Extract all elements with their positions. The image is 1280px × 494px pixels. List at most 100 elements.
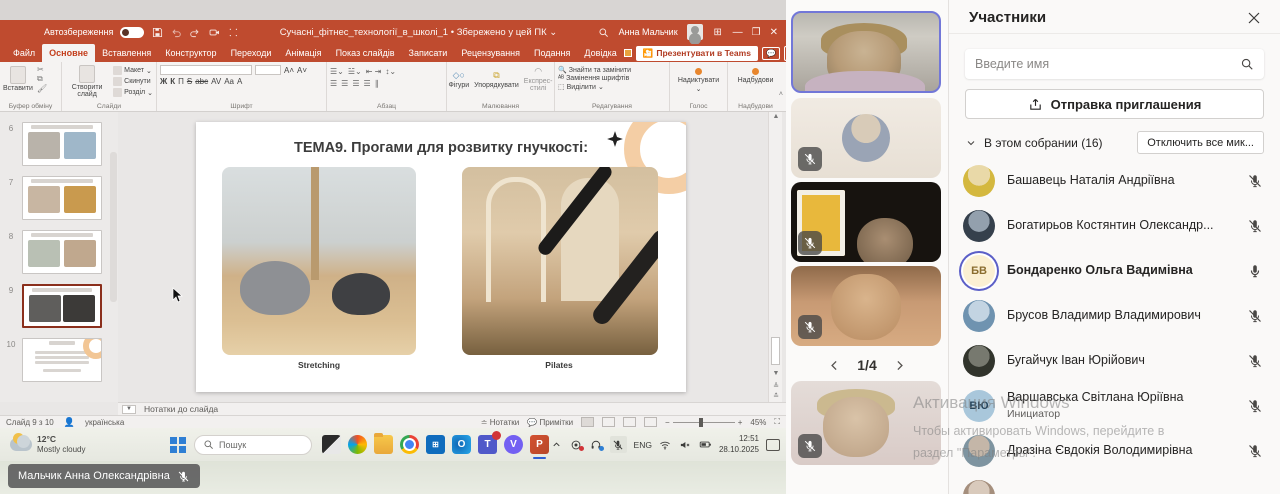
tab-3[interactable]: Конструктор: [158, 44, 223, 62]
accessibility-icon[interactable]: 👤: [64, 417, 75, 428]
headset-tray-icon[interactable]: [590, 438, 603, 451]
font-format-button[interactable]: Ж: [160, 77, 167, 86]
participant-mic-on-icon[interactable]: [1247, 263, 1263, 279]
taskbar-search[interactable]: Пошук: [194, 435, 312, 455]
microphone-muted-tray-icon[interactable]: [610, 436, 627, 453]
slide-sorter-view-icon[interactable]: [602, 417, 615, 427]
redo-icon[interactable]: [189, 26, 201, 38]
tab-10[interactable]: Довідка: [577, 44, 623, 62]
task-view-icon[interactable]: [322, 435, 341, 454]
numbering-icon[interactable]: ☱⌄: [348, 67, 362, 76]
clock[interactable]: 12:5128.10.2025: [719, 434, 759, 455]
search-icon[interactable]: [598, 26, 610, 38]
participant-mic-muted-icon[interactable]: [1247, 173, 1263, 189]
find-replace-button[interactable]: 🔍 Знайти та замінити: [558, 66, 666, 74]
zoom-knob[interactable]: [699, 418, 703, 427]
pilates-photo[interactable]: [462, 167, 658, 355]
previous-page-icon[interactable]: [828, 359, 841, 372]
format-painter-icon[interactable]: 🖌: [37, 84, 47, 93]
section-button[interactable]: Розділ ⌄: [113, 88, 153, 97]
autosave-toggle[interactable]: [120, 27, 144, 38]
in-meeting-section-label[interactable]: В этом собрании (16): [984, 136, 1130, 150]
send-invite-button[interactable]: Отправка приглашения: [965, 89, 1264, 119]
video-tile-5[interactable]: [791, 381, 941, 465]
slideshow-view-icon[interactable]: [644, 417, 657, 427]
file-explorer-icon[interactable]: [374, 435, 393, 454]
record-icon[interactable]: [208, 26, 220, 38]
font-format-button[interactable]: abc: [195, 77, 208, 86]
notes-bar[interactable]: ▼ Нотатки до слайда: [118, 402, 786, 415]
viber-icon[interactable]: V: [504, 435, 523, 454]
participant-mic-muted-icon[interactable]: [1247, 218, 1263, 234]
participant-mic-muted-icon[interactable]: [1247, 398, 1263, 414]
chevron-down-icon[interactable]: [965, 137, 977, 149]
line-spacing-icon[interactable]: ↕⌄: [385, 67, 396, 76]
scrollbar-thumb[interactable]: [771, 337, 780, 365]
indent-icons[interactable]: ⇤ ⇥: [366, 67, 382, 76]
replace-fonts-button[interactable]: ᴬᴮ Замінення шрифтів: [558, 75, 666, 82]
tab-7[interactable]: Записати: [402, 44, 455, 62]
participant-row[interactable]: Башавець Наталія Андріївна: [949, 158, 1280, 203]
close-window-button[interactable]: ✕: [770, 27, 778, 38]
scroll-up-icon[interactable]: ▲: [769, 113, 783, 120]
tab-file[interactable]: Файл: [6, 44, 42, 62]
document-title[interactable]: Сучасні_фітнес_технології_в_школі_1 • Зб…: [239, 27, 597, 38]
next-slide-icon[interactable]: ≛: [769, 392, 783, 400]
tab-6[interactable]: Показ слайдів: [329, 44, 402, 62]
font-format-button[interactable]: A: [237, 77, 242, 86]
align-left-icon[interactable]: ☰: [330, 79, 337, 88]
grow-font-icon[interactable]: A˄: [284, 66, 294, 75]
select-button[interactable]: ⬚ Виділити ⌄: [558, 83, 666, 91]
battery-icon[interactable]: [699, 438, 712, 451]
slide-thumbnail-6[interactable]: [22, 122, 102, 166]
volume-muted-icon[interactable]: [679, 438, 692, 451]
align-right-icon[interactable]: ☰: [352, 79, 359, 88]
font-format-button[interactable]: AV: [211, 77, 221, 86]
copy-icon[interactable]: ⧉: [37, 74, 47, 84]
minimize-button[interactable]: —: [733, 27, 743, 38]
undo-icon[interactable]: [170, 26, 182, 38]
notes-toggle[interactable]: ≐ Нотатки: [481, 418, 519, 427]
justify-icon[interactable]: ☰: [364, 79, 371, 88]
video-tile-4[interactable]: [791, 266, 941, 346]
account-avatar[interactable]: [687, 24, 703, 40]
copilot-icon[interactable]: [348, 435, 367, 454]
tab-9[interactable]: Подання: [527, 44, 577, 62]
microsoft-store-icon[interactable]: ⊞: [426, 435, 445, 454]
wifi-icon[interactable]: [659, 438, 672, 451]
paste-button[interactable]: Вставити: [3, 65, 33, 93]
columns-icon[interactable]: ∥: [375, 79, 379, 88]
weather-widget[interactable]: 12°CMostly cloudy: [0, 434, 170, 455]
customize-qat-icon[interactable]: ⸬: [227, 26, 239, 38]
outlook-icon[interactable]: O: [452, 435, 471, 454]
align-center-icon[interactable]: ☰: [341, 79, 348, 88]
thumbnail-scrollbar[interactable]: [110, 152, 117, 302]
participant-row[interactable]: Бугайчук Іван Юрійович: [949, 338, 1280, 383]
present-in-teams-button[interactable]: 🎦 Презентувати в Teams: [636, 46, 758, 61]
tab-2[interactable]: Вставлення: [95, 44, 158, 62]
bullets-icon[interactable]: ☰⌄: [330, 67, 344, 76]
account-name[interactable]: Анна Мальчик: [619, 27, 678, 37]
participant-row[interactable]: ВЮВаршавська Світлана ЮріївнаИнициатор: [949, 383, 1280, 428]
restore-button[interactable]: ❐: [752, 27, 761, 38]
fit-slide-icon[interactable]: ⛶: [774, 417, 780, 427]
zoom-in-icon[interactable]: +: [738, 418, 743, 427]
previous-slide-icon[interactable]: ≜: [769, 382, 783, 390]
tab-4[interactable]: Переходи: [224, 44, 279, 62]
mute-all-button[interactable]: Отключить все мик...: [1137, 131, 1264, 154]
font-format-button[interactable]: S: [187, 77, 192, 86]
normal-view-icon[interactable]: [581, 417, 594, 427]
ribbon-options-icon[interactable]: ⊞: [712, 26, 724, 38]
tab-5[interactable]: Анімація: [278, 44, 328, 62]
participant-row[interactable]: Богатирьов Костянтин Олександр...: [949, 203, 1280, 248]
reset-button[interactable]: Скинути: [113, 77, 153, 86]
powerpoint-icon[interactable]: P: [530, 435, 549, 454]
font-format-button[interactable]: П: [178, 77, 184, 86]
zoom-slider[interactable]: − +: [665, 418, 742, 427]
chrome-icon[interactable]: [400, 435, 419, 454]
start-button[interactable]: [170, 437, 186, 453]
font-format-button[interactable]: Aa: [224, 77, 234, 86]
zoom-out-icon[interactable]: −: [665, 418, 670, 427]
video-tile-3[interactable]: [791, 182, 941, 262]
stretching-photo[interactable]: [222, 167, 416, 355]
